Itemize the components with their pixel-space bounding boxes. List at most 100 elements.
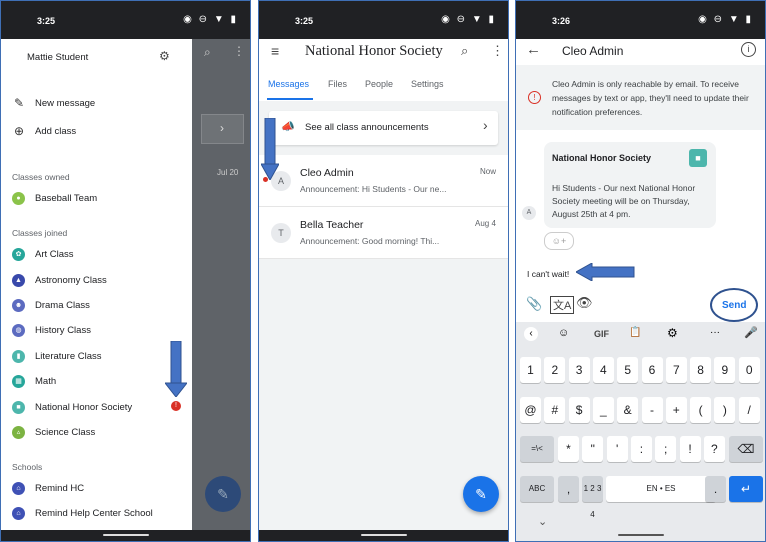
class-header: ≡ National Honor Society ⌕ ⋮ Messages Fi… — [259, 39, 508, 102]
attachment-icon[interactable]: 📎 — [526, 296, 542, 312]
compose-fab[interactable]: ✎ — [463, 476, 499, 512]
class-item-astronomy[interactable]: ▲ Astronomy Class — [12, 273, 107, 287]
key-1[interactable]: 2 — [544, 357, 566, 383]
key-symbol[interactable]: ; — [655, 436, 677, 462]
new-message-button[interactable]: ✎ New message — [12, 96, 95, 110]
key-symbol[interactable]: * — [558, 436, 579, 462]
search-icon: ⌕ — [204, 45, 211, 59]
period-key[interactable]: . — [705, 476, 726, 502]
nav-bar — [259, 530, 508, 541]
class-label: Art Class — [35, 248, 74, 260]
class-item-literature[interactable]: ▮ Literature Class — [12, 349, 102, 363]
school-item-remind-hc[interactable]: ⌂ Remind HC — [12, 481, 84, 495]
phone-drawer-screen: 3:25 ◉ ⊖ ▼ ▮ ⌕ ⋮ › Jul 20 Mattie Student… — [0, 0, 251, 542]
tab-settings[interactable]: Settings — [411, 79, 444, 89]
key-symbol[interactable]: / — [738, 397, 760, 423]
key-7[interactable]: 8 — [690, 357, 712, 383]
key-6[interactable]: 7 — [665, 357, 687, 383]
info-icon[interactable]: i — [741, 42, 756, 57]
key-symbol[interactable]: $ — [568, 397, 590, 423]
message-text: Hi Students - Our next National Honor So… — [552, 183, 696, 219]
keyboard: ‹ ☺ GIF 📋 ⚙ ··· 🎤 1 2 3 4 5 6 7 8 9 0 @ # $ _ & - +() / =\… — [516, 322, 765, 530]
key-symbol[interactable]: _ — [592, 397, 614, 423]
add-class-label: Add class — [35, 125, 77, 137]
chevron-left-icon[interactable]: ‹ — [524, 327, 538, 341]
status-time: 3:25 — [37, 16, 56, 26]
list-item[interactable]: T Bella Teacher Aug 4 Announcement: Good… — [259, 207, 508, 259]
key-9[interactable]: 0 — [738, 357, 760, 383]
tab-people[interactable]: People — [365, 79, 393, 89]
class-item-baseball-team[interactable]: ● Baseball Team — [12, 191, 97, 205]
key-symbol[interactable]: : — [630, 436, 652, 462]
edit-icon: ✎ — [217, 486, 229, 502]
add-reaction-button[interactable]: ☺+ — [544, 232, 574, 250]
more-icon[interactable]: ⋮ — [491, 43, 504, 59]
key-5[interactable]: 6 — [641, 357, 663, 383]
class-item-science[interactable]: ▵ Science Class — [12, 425, 95, 439]
draft-text[interactable]: I can't wait! — [527, 269, 569, 279]
key-symbol[interactable]: @ — [520, 397, 541, 423]
hide-keyboard-icon[interactable]: ⌄ — [538, 515, 547, 528]
menu-icon[interactable]: ≡ — [271, 43, 279, 59]
key-0[interactable]: 1 — [520, 357, 541, 383]
back-arrow-icon[interactable]: ← — [526, 41, 541, 58]
gif-button[interactable]: GIF — [594, 329, 609, 339]
school-icon: ⌂ — [12, 481, 25, 495]
key-symbol[interactable]: ( — [690, 397, 712, 423]
tab-indicator — [267, 98, 313, 100]
class-item-drama[interactable]: ☻ Drama Class — [12, 298, 90, 312]
class-item-art[interactable]: ✿ Art Class — [12, 247, 74, 261]
backspace-key[interactable]: ⌫ — [729, 436, 763, 462]
class-item-math[interactable]: ▦ Math — [12, 374, 56, 388]
translate-icon[interactable]: 文A — [550, 296, 575, 314]
key-symbol[interactable]: + — [665, 397, 687, 423]
add-class-button[interactable]: ⊕ Add class — [12, 124, 76, 138]
key-symbol[interactable]: & — [617, 397, 639, 423]
numpad-key[interactable]: 1 2 3 4 — [582, 476, 603, 519]
preview-eye-icon[interactable]: 👁 — [576, 295, 593, 311]
gear-icon[interactable]: ⚙ — [159, 49, 170, 63]
announcements-link[interactable]: 📣 See all class announcements › — [269, 111, 498, 145]
list-item[interactable]: A Cleo Admin Now Announcement: Hi Studen… — [259, 155, 508, 207]
key-2[interactable]: 3 — [568, 357, 590, 383]
home-pill[interactable] — [617, 534, 664, 536]
key-symbol[interactable]: " — [582, 436, 604, 462]
clipboard-icon[interactable]: 📋 — [629, 327, 641, 338]
sender-name: Bella Teacher — [300, 219, 364, 231]
comma-key[interactable]: , — [558, 476, 579, 502]
settings-icon[interactable]: ⚙ — [667, 326, 678, 340]
more-icon[interactable]: ··· — [710, 327, 720, 338]
home-pill[interactable] — [102, 534, 149, 536]
banner-text: Cleo Admin is only reachable by email. T… — [552, 79, 749, 117]
class-item-national-honor-society[interactable]: ■ National Honor Society — [12, 400, 132, 414]
emoji-icon[interactable]: ☺ — [558, 327, 569, 339]
key-3[interactable]: 4 — [592, 357, 614, 383]
enter-key[interactable]: ↵ — [729, 476, 763, 502]
class-item-history[interactable]: ◍ History Class — [12, 323, 91, 337]
navigation-drawer: Mattie Student ⚙ ✎ New message ⊕ Add cla… — [1, 39, 192, 530]
key-symbol[interactable]: ! — [679, 436, 701, 462]
key-symbol[interactable]: ? — [703, 436, 725, 462]
tab-messages[interactable]: Messages — [268, 79, 309, 89]
status-time: 3:25 — [295, 16, 314, 26]
alert-icon: ! — [528, 91, 541, 104]
key-symbol[interactable]: # — [544, 397, 566, 423]
key-symbol[interactable]: ) — [714, 397, 736, 423]
key-symbol[interactable]: ' — [606, 436, 628, 462]
plus-circle-icon: ⊕ — [13, 124, 25, 138]
school-label: Remind Help Center School — [35, 507, 153, 519]
tab-files[interactable]: Files — [328, 79, 347, 89]
key-symbol[interactable]: - — [641, 397, 663, 423]
search-icon[interactable]: ⌕ — [461, 43, 468, 59]
home-pill[interactable] — [360, 534, 407, 536]
symbols-page-key[interactable]: =\< — [520, 436, 554, 462]
annotation-arrow-down — [165, 341, 187, 397]
abc-key[interactable]: ABC — [520, 476, 554, 502]
mic-icon[interactable]: 🎤 — [744, 326, 758, 339]
compose-fab[interactable]: ✎ — [205, 476, 241, 512]
school-item-remind-help-center[interactable]: ⌂ Remind Help Center School — [12, 506, 153, 520]
key-4[interactable]: 5 — [617, 357, 639, 383]
space-key[interactable]: EN • ES — [606, 476, 716, 502]
key-8[interactable]: 9 — [714, 357, 736, 383]
video-icon: ■ — [12, 400, 25, 414]
